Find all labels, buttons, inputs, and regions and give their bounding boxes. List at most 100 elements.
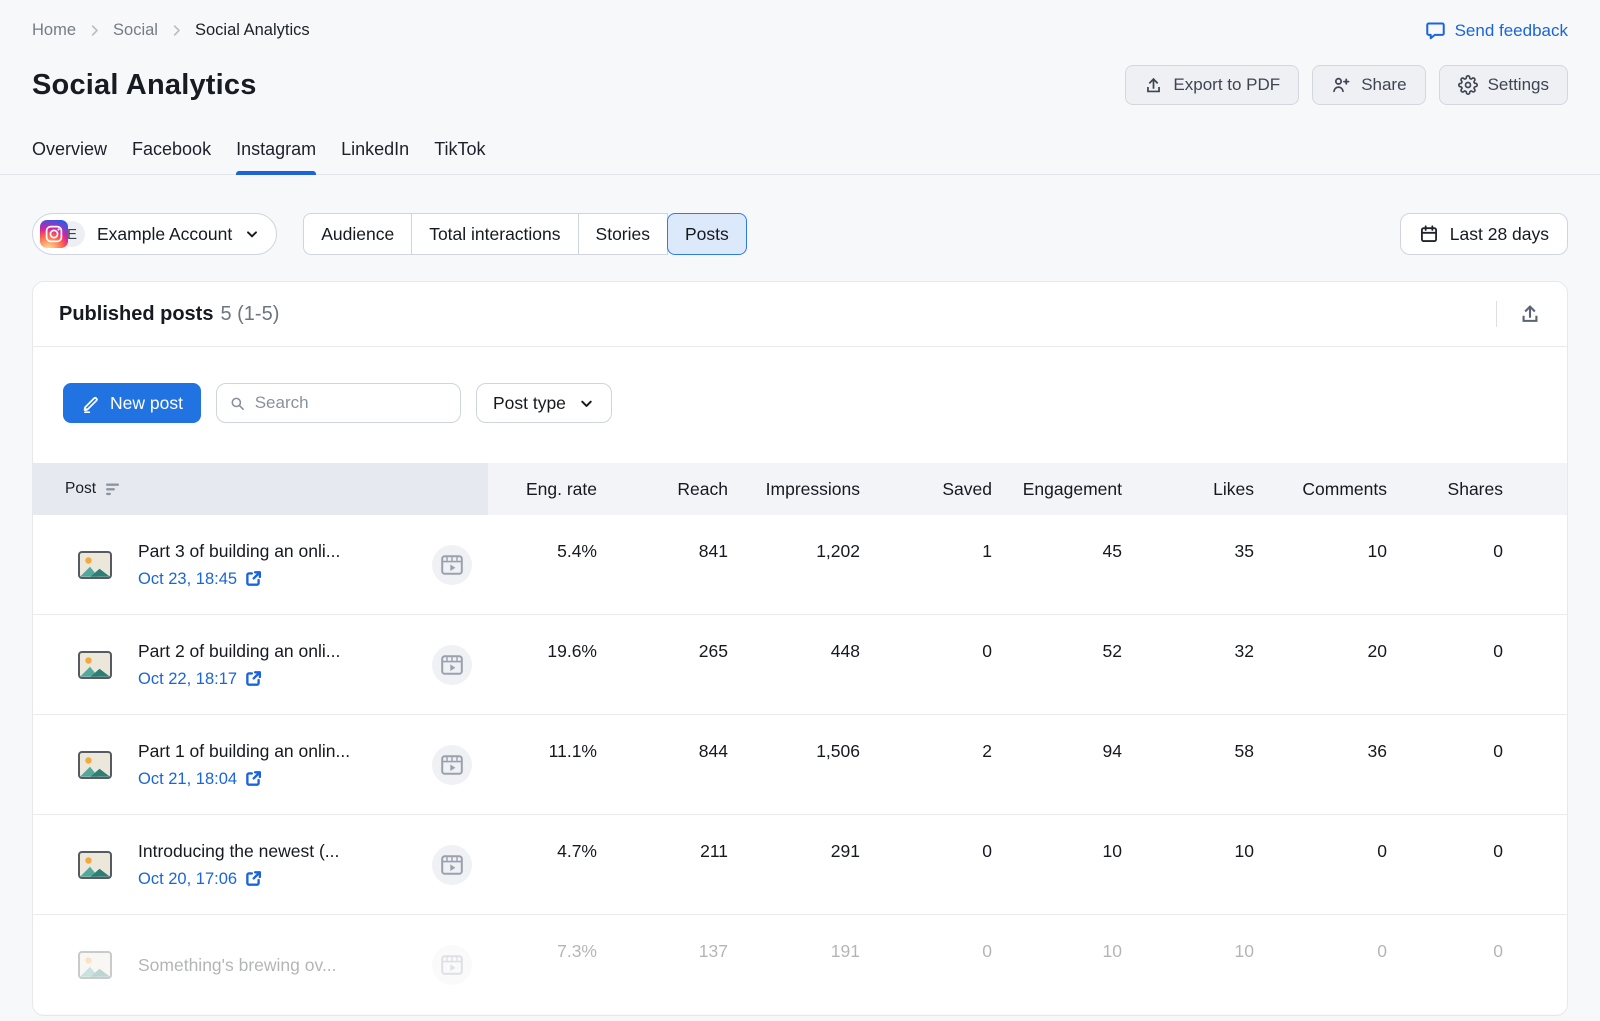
new-post-button[interactable]: New post <box>63 383 201 423</box>
post-date-link[interactable]: Oct 22, 18:17 <box>138 668 340 690</box>
impressions-value: 448 <box>728 640 860 662</box>
saved-value: 0 <box>860 940 992 962</box>
post-title: Introducing the newest (... <box>138 840 339 862</box>
instagram-icon <box>40 220 68 248</box>
new-post-label: New post <box>110 393 183 414</box>
table-row[interactable]: Part 3 of building an onli... Oct 23, 18… <box>33 515 1567 615</box>
column-header-shares[interactable]: Shares <box>1387 478 1567 500</box>
post-text: Part 1 of building an onlin... Oct 21, 1… <box>138 740 350 790</box>
breadcrumb-item-social[interactable]: Social <box>113 21 158 40</box>
metric-segmented-control: AudienceTotal interactionsStoriesPosts <box>303 213 747 255</box>
external-link-icon <box>245 570 262 587</box>
export-pdf-button[interactable]: Export to PDF <box>1125 65 1299 105</box>
share-button[interactable]: Share <box>1312 65 1425 105</box>
gear-icon <box>1458 75 1478 95</box>
post-text: Introducing the newest (... Oct 20, 17:0… <box>138 840 339 890</box>
post-text: Part 3 of building an onli... Oct 23, 18… <box>138 540 340 590</box>
title-row: Social Analytics Export to PDF Share S <box>32 65 1568 105</box>
tab-instagram[interactable]: Instagram <box>236 139 316 174</box>
post-date-link[interactable]: Oct 21, 18:04 <box>138 768 350 790</box>
reach-value: 137 <box>597 940 728 962</box>
post-date-link[interactable]: Oct 23, 18:45 <box>138 568 340 590</box>
search-input[interactable] <box>255 393 448 413</box>
comments-value: 0 <box>1254 840 1387 862</box>
post-title: Part 2 of building an onli... <box>138 640 340 662</box>
post-title: Something's brewing ov... <box>138 954 337 976</box>
column-header-engagement[interactable]: Engagement <box>992 478 1122 500</box>
column-header-post-label: Post <box>65 480 96 498</box>
comments-value: 10 <box>1254 540 1387 562</box>
export-table-button[interactable] <box>1519 303 1541 325</box>
column-header-reach[interactable]: Reach <box>597 478 728 500</box>
tab-bar: Overview Facebook Instagram LinkedIn TikTok <box>0 139 1600 175</box>
external-link-icon <box>245 870 262 887</box>
likes-value: 58 <box>1122 740 1254 762</box>
table-row[interactable]: Introducing the newest (... Oct 20, 17:0… <box>33 815 1567 915</box>
comments-value: 0 <box>1254 940 1387 962</box>
settings-button[interactable]: Settings <box>1439 65 1568 105</box>
account-label: Example Account <box>97 224 232 245</box>
sort-icon <box>106 482 121 497</box>
page-title: Social Analytics <box>32 69 257 102</box>
column-header-saved[interactable]: Saved <box>860 478 992 500</box>
table-body: Part 3 of building an onli... Oct 23, 18… <box>33 515 1567 1015</box>
card-header: Published posts5 (1-5) <box>33 282 1567 346</box>
post-type-dropdown[interactable]: Post type <box>476 383 612 423</box>
filter-row: E Example Account AudienceTotal interact… <box>32 213 1568 255</box>
table-toolbar: New post Post type <box>33 346 1567 463</box>
tab-linkedin[interactable]: LinkedIn <box>341 139 409 174</box>
shares-value: 0 <box>1387 940 1567 962</box>
card-title-text: Published posts <box>59 303 213 325</box>
column-header-impressions[interactable]: Impressions <box>728 478 860 500</box>
account-selector[interactable]: E Example Account <box>32 213 277 255</box>
breadcrumb-item-home[interactable]: Home <box>32 21 76 40</box>
post-title: Part 3 of building an onli... <box>138 540 340 562</box>
shares-value: 0 <box>1387 540 1567 562</box>
reel-icon <box>432 845 472 885</box>
column-header-eng-rate[interactable]: Eng. rate <box>488 478 597 500</box>
tab-facebook[interactable]: Facebook <box>132 139 211 174</box>
column-header-comments[interactable]: Comments <box>1254 478 1387 500</box>
post-thumbnail-icon <box>78 751 112 779</box>
post-cell: Part 3 of building an onli... Oct 23, 18… <box>33 515 488 614</box>
person-plus-icon <box>1331 75 1351 95</box>
column-header-likes[interactable]: Likes <box>1122 478 1254 500</box>
post-date-text: Oct 22, 18:17 <box>138 668 237 690</box>
page: Home Social Social Analytics Send feedback… <box>0 0 1600 1021</box>
likes-value: 10 <box>1122 840 1254 862</box>
chevron-right-icon <box>87 23 102 38</box>
post-date-link[interactable]: Oct 20, 17:06 <box>138 868 339 890</box>
segment-posts[interactable]: Posts <box>667 213 747 255</box>
reel-icon <box>432 745 472 785</box>
breadcrumb: HomeSocialSocial Analytics <box>32 21 310 40</box>
segment-stories[interactable]: Stories <box>578 213 668 255</box>
segment-total-interactions[interactable]: Total interactions <box>411 213 578 255</box>
engagement-value: 94 <box>992 740 1122 762</box>
segment-audience[interactable]: Audience <box>303 213 412 255</box>
date-range-button[interactable]: Last 28 days <box>1400 213 1568 255</box>
chevron-down-icon <box>578 395 595 412</box>
send-feedback-link[interactable]: Send feedback <box>1425 20 1568 41</box>
post-date-text: Oct 23, 18:45 <box>138 568 237 590</box>
saved-value: 0 <box>860 840 992 862</box>
column-header-post[interactable]: Post <box>33 463 488 515</box>
table-row[interactable]: Part 1 of building an onlin... Oct 21, 1… <box>33 715 1567 815</box>
tab-overview[interactable]: Overview <box>32 139 107 174</box>
reach-value: 265 <box>597 640 728 662</box>
search-box[interactable] <box>216 383 461 423</box>
reel-icon <box>432 545 472 585</box>
pencil-icon <box>81 394 100 413</box>
post-text: Part 2 of building an onli... Oct 22, 18… <box>138 640 340 690</box>
export-pdf-label: Export to PDF <box>1173 75 1280 95</box>
reel-icon <box>432 645 472 685</box>
share-label: Share <box>1361 75 1406 95</box>
table-row[interactable]: Something's brewing ov... 7.3% 137 191 0… <box>33 915 1567 1015</box>
post-thumbnail-icon <box>78 651 112 679</box>
impressions-value: 1,202 <box>728 540 860 562</box>
table-row[interactable]: Part 2 of building an onli... Oct 22, 18… <box>33 615 1567 715</box>
saved-value: 1 <box>860 540 992 562</box>
post-thumbnail-icon <box>78 851 112 879</box>
eng-rate-value: 11.1% <box>488 740 597 762</box>
comments-value: 20 <box>1254 640 1387 662</box>
tab-tiktok[interactable]: TikTok <box>434 139 485 174</box>
